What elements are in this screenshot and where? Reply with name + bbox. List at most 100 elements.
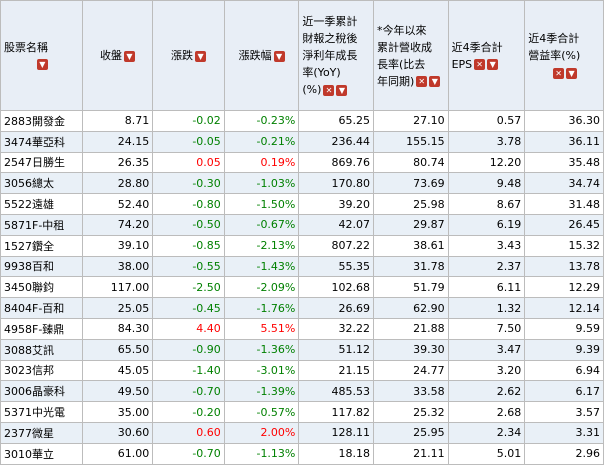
arrow-down-icon[interactable]: ▼ bbox=[124, 50, 135, 62]
table-row[interactable]: 5871F-中租 74.20 -0.50 -0.67% 42.07 29.87 6.19 26… bbox=[0, 213, 604, 236]
close-price-cell: 30.60 bbox=[81, 421, 154, 444]
operating-margin-cell: 9.39 bbox=[524, 338, 604, 361]
operating-margin-cell: 3.31 bbox=[524, 421, 604, 444]
arrow-down-icon[interactable]: ▼ bbox=[429, 76, 441, 87]
change-cell: -0.02 bbox=[152, 110, 225, 132]
stock-name-cell[interactable]: 3056總太 bbox=[0, 172, 83, 195]
close-price-cell: 117.00 bbox=[81, 276, 154, 299]
change-cell: -0.85 bbox=[152, 234, 225, 257]
change-pct-cell: -0.23% bbox=[223, 110, 300, 132]
change-cell: -0.20 bbox=[152, 401, 225, 423]
stock-name-cell[interactable]: 3450聯鈞 bbox=[0, 276, 83, 299]
stock-name-cell[interactable]: 3006晶豪科 bbox=[0, 380, 83, 403]
table-row[interactable]: 4958F-臻鼎 84.30 4.40 5.51% 32.22 21.88 7.50 9.59 bbox=[0, 317, 604, 340]
stock-name-cell[interactable]: 8404F-百和 bbox=[0, 297, 83, 319]
change-pct-cell: -1.76% bbox=[223, 297, 300, 319]
stock-name-cell[interactable]: 3023信邦 bbox=[0, 359, 83, 382]
arrow-down-icon[interactable]: ▼ bbox=[273, 50, 285, 62]
operating-margin-cell: 15.32 bbox=[524, 234, 604, 257]
close-price-cell: 24.15 bbox=[81, 130, 154, 153]
close-price-cell: 39.10 bbox=[81, 234, 154, 257]
change-pct-cell: -1.43% bbox=[223, 255, 300, 278]
arrow-down-icon[interactable]: ▼ bbox=[566, 67, 578, 79]
operating-margin-cell: 6.17 bbox=[524, 380, 604, 403]
net-income-growth-cell: 236.44 bbox=[298, 130, 374, 153]
change-cell: -0.45 bbox=[152, 297, 225, 319]
table-row[interactable]: 8404F-百和 25.05 -0.45 -1.76% 26.69 62.90 1.32 12… bbox=[0, 297, 604, 319]
table-row[interactable]: 9938百和 38.00 -0.55 -1.43% 55.35 31.78 2.37 13.7… bbox=[0, 255, 604, 278]
table-row[interactable]: 2377微星 30.60 0.60 2.00% 128.11 25.95 2.34 3.31 bbox=[0, 421, 604, 444]
operating-margin-cell: 6.94 bbox=[524, 359, 604, 382]
table-row[interactable]: 2883開發金 8.71 -0.02 -0.23% 65.25 27.10 0.57 36.3… bbox=[0, 110, 604, 132]
eps-cell: 2.68 bbox=[447, 401, 526, 423]
table-row[interactable]: 3006晶豪科 49.50 -0.70 -1.39% 485.53 33.58 2.62 6.… bbox=[0, 380, 604, 403]
close-price-cell: 8.71 bbox=[81, 110, 154, 132]
stock-name-cell[interactable]: 1527鑽全 bbox=[0, 234, 83, 257]
table-row[interactable]: 2547日勝生 26.35 0.05 0.19% 869.76 80.74 12.20 35.… bbox=[0, 151, 604, 174]
close-icon[interactable]: ✕ bbox=[323, 84, 335, 96]
table-row[interactable]: 3010華立 61.00 -0.70 -1.13% 18.18 21.11 5.01 2.96 bbox=[0, 442, 604, 465]
stock-name-cell[interactable]: 2377微星 bbox=[0, 421, 83, 444]
eps-cell: 3.78 bbox=[447, 130, 526, 153]
change-pct-cell: 5.51% bbox=[223, 317, 300, 340]
change-pct-cell: 0.19% bbox=[223, 151, 300, 174]
close-icon[interactable]: ✕ bbox=[416, 76, 428, 87]
table-row[interactable]: 3088艾訊 65.50 -0.90 -1.36% 51.12 39.30 3.47 9.39 bbox=[0, 338, 604, 361]
operating-margin-cell: 12.29 bbox=[524, 276, 604, 299]
close-icon[interactable]: ✕ bbox=[474, 59, 486, 70]
stock-name-cell[interactable]: 3088艾訊 bbox=[0, 338, 83, 361]
table-row[interactable]: 3474華亞科 24.15 -0.05 -0.21% 236.44 155.15 3.78 3… bbox=[0, 130, 604, 153]
stock-name-cell[interactable]: 9938百和 bbox=[0, 255, 83, 278]
arrow-down-icon[interactable]: ▼ bbox=[336, 84, 348, 96]
close-icon[interactable]: ✕ bbox=[553, 67, 565, 79]
operating-margin-cell: 36.11 bbox=[524, 130, 604, 153]
net-income-growth-cell: 51.12 bbox=[298, 338, 374, 361]
change-cell: -0.90 bbox=[152, 338, 225, 361]
net-income-growth-cell: 102.68 bbox=[298, 276, 374, 299]
close-price-cell: 65.50 bbox=[81, 338, 154, 361]
revenue-growth-cell: 21.11 bbox=[372, 442, 449, 465]
revenue-growth-cell: 39.30 bbox=[372, 338, 449, 361]
net-income-growth-cell: 807.22 bbox=[298, 234, 374, 257]
col-header-eps-line1: 近4季合計 bbox=[451, 40, 503, 54]
change-cell: -0.05 bbox=[152, 130, 225, 153]
col-header-growth-line2: 財報之稅後 bbox=[302, 32, 358, 45]
close-price-cell: 61.00 bbox=[81, 442, 154, 465]
operating-margin-cell: 13.78 bbox=[524, 255, 604, 278]
change-pct-cell: -1.39% bbox=[223, 380, 300, 403]
eps-cell: 12.20 bbox=[447, 151, 526, 174]
stock-name-cell[interactable]: 5522遠雄 bbox=[0, 193, 83, 215]
eps-cell: 1.32 bbox=[447, 297, 526, 319]
operating-margin-cell: 3.57 bbox=[524, 401, 604, 423]
change-cell: -0.50 bbox=[152, 213, 225, 236]
table-row[interactable]: 1527鑽全 39.10 -0.85 -2.13% 807.22 38.61 3.43 15.… bbox=[0, 234, 604, 257]
close-price-cell: 49.50 bbox=[81, 380, 154, 403]
table-row[interactable]: 3450聯鈞 117.00 -2.50 -2.09% 102.68 51.79 6.11 12… bbox=[0, 276, 604, 299]
revenue-growth-cell: 80.74 bbox=[372, 151, 449, 174]
arrow-down-icon[interactable]: ▼ bbox=[487, 59, 499, 70]
stock-name-cell[interactable]: 2547日勝生 bbox=[0, 151, 83, 174]
close-price-cell: 74.20 bbox=[81, 213, 154, 236]
change-cell: -0.80 bbox=[152, 193, 225, 215]
stock-name-cell[interactable]: 5371中光電 bbox=[0, 401, 83, 423]
change-pct-cell: -3.01% bbox=[223, 359, 300, 382]
change-pct-cell: -1.36% bbox=[223, 338, 300, 361]
net-income-growth-cell: 21.15 bbox=[298, 359, 374, 382]
eps-cell: 3.43 bbox=[447, 234, 526, 257]
stock-name-cell[interactable]: 5871F-中租 bbox=[0, 213, 83, 236]
table-row[interactable]: 3056總太 28.80 -0.30 -1.03% 170.80 73.69 9.48 34.… bbox=[0, 172, 604, 195]
stock-name-cell[interactable]: 3474華亞科 bbox=[0, 130, 83, 153]
net-income-growth-cell: 869.76 bbox=[298, 151, 374, 174]
col-header-revenue-line4: 年同期) bbox=[376, 74, 415, 88]
stock-name-cell[interactable]: 2883開發金 bbox=[0, 110, 83, 132]
arrow-down-icon[interactable]: ▼ bbox=[36, 59, 48, 70]
table-row[interactable]: 5371中光電 35.00 -0.20 -0.57% 117.82 25.32 2.68 3.… bbox=[0, 401, 604, 423]
arrow-down-icon[interactable]: ▼ bbox=[195, 50, 207, 62]
table-row[interactable]: 3023信邦 45.05 -1.40 -3.01% 21.15 24.77 3.20 6.94 bbox=[0, 359, 604, 382]
col-header-growth-line1: 近一季累計 bbox=[302, 15, 358, 28]
table-row[interactable]: 5522遠雄 52.40 -0.80 -1.50% 39.20 25.98 8.67 31.4… bbox=[0, 193, 604, 215]
stock-name-cell[interactable]: 4958F-臻鼎 bbox=[0, 317, 83, 340]
stock-name-cell[interactable]: 3010華立 bbox=[0, 442, 83, 465]
net-income-growth-cell: 39.20 bbox=[298, 193, 374, 215]
operating-margin-cell: 26.45 bbox=[524, 213, 604, 236]
